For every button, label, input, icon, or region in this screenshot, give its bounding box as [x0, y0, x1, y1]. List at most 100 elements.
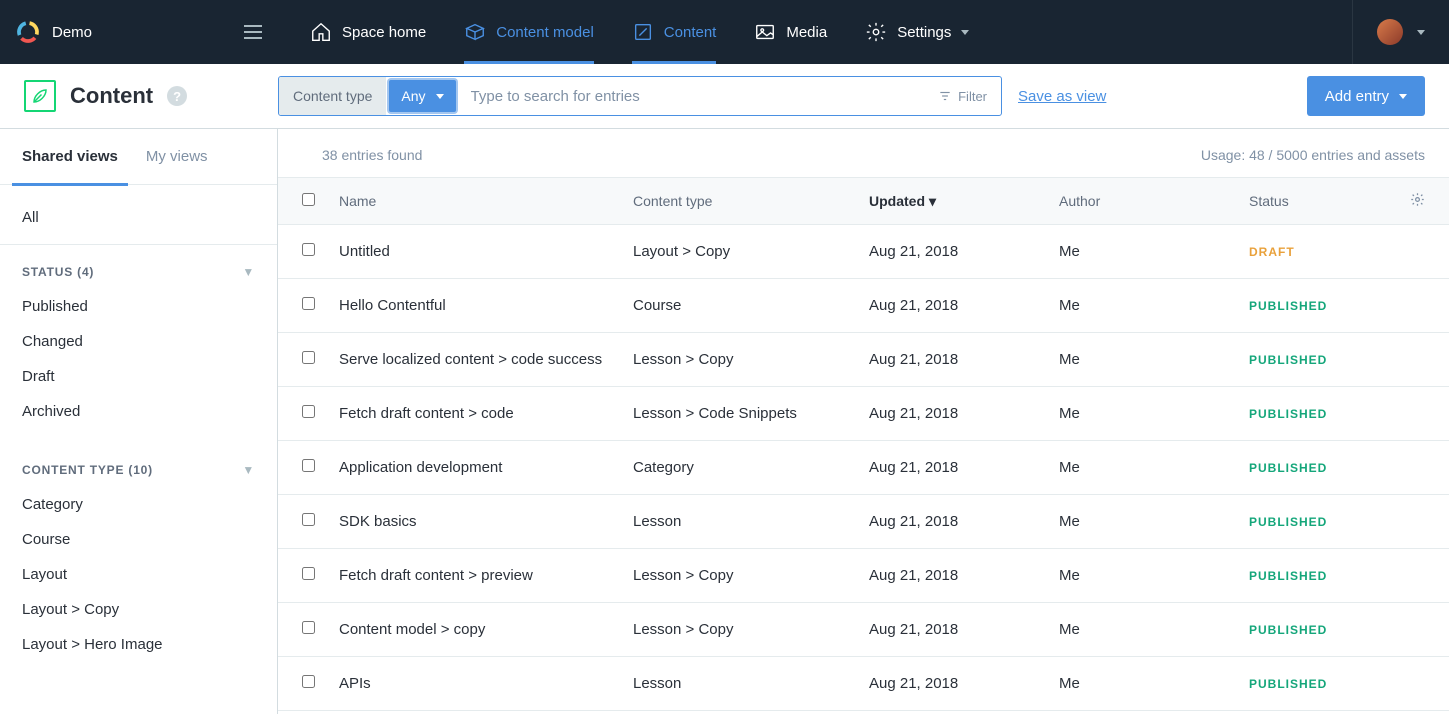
col-updated[interactable]: Updated▾ [857, 178, 1047, 225]
nav-items: Space home Content model Content Media S… [278, 0, 1352, 64]
cell-content-type: Lesson [621, 657, 857, 711]
hamburger-icon[interactable] [244, 25, 262, 39]
row-checkbox[interactable] [302, 567, 315, 580]
cell-content-type: Lesson > Copy [621, 333, 857, 387]
cell-content-type: Lesson > Code Snippets [621, 387, 857, 441]
col-author[interactable]: Author [1047, 178, 1237, 225]
nav-space-home[interactable]: Space home [310, 0, 426, 64]
table-row[interactable]: Application developmentCategoryAug 21, 2… [278, 441, 1449, 495]
cell-updated: Aug 21, 2018 [857, 387, 1047, 441]
filter-button[interactable]: Filter [924, 77, 1001, 115]
tab-shared-views[interactable]: Shared views [22, 129, 118, 185]
save-as-view-link[interactable]: Save as view [1018, 88, 1106, 105]
table-row[interactable]: Hello ContentfulCourseAug 21, 2018MePUBL… [278, 279, 1449, 333]
feather-icon [31, 87, 49, 105]
cell-content-type: Category [621, 441, 857, 495]
nav-media[interactable]: Media [754, 0, 827, 64]
nav-content[interactable]: Content [632, 0, 717, 64]
row-checkbox[interactable] [302, 459, 315, 472]
meta-row: 38 entries found Usage: 48 / 5000 entrie… [278, 129, 1449, 177]
table-row[interactable]: Content model > copyLesson > CopyAug 21,… [278, 603, 1449, 657]
header-label: STATUS (4) [22, 265, 94, 279]
sidebar-item[interactable]: Archived [22, 394, 255, 429]
select-all-checkbox[interactable] [302, 193, 315, 206]
cell-status: PUBLISHED [1237, 279, 1398, 333]
sidebar-header-content-type[interactable]: CONTENT TYPE (10) ▼ [0, 443, 277, 487]
sort-desc-icon: ▾ [929, 193, 936, 209]
table-row[interactable]: Fetch draft content > previewLesson > Co… [278, 549, 1449, 603]
row-checkbox[interactable] [302, 675, 315, 688]
table-row[interactable]: Fetch draft content > codeLesson > Code … [278, 387, 1449, 441]
nav-label: Space home [342, 24, 426, 41]
row-checkbox[interactable] [302, 405, 315, 418]
filter-label: Filter [958, 89, 987, 104]
add-entry-button[interactable]: Add entry [1307, 76, 1425, 116]
tab-my-views[interactable]: My views [146, 129, 208, 185]
col-content-type[interactable]: Content type [621, 178, 857, 225]
filter-value: Any [401, 88, 425, 104]
sidebar-item[interactable]: Published [22, 289, 255, 324]
col-settings[interactable] [1398, 178, 1449, 225]
contentful-logo-icon [16, 20, 40, 44]
search-bar: Content type Any Filter [278, 76, 1002, 116]
feather-icon [632, 21, 654, 43]
sidebar-item[interactable]: Category [22, 487, 255, 522]
cell-status: PUBLISHED [1237, 387, 1398, 441]
cell-name: Serve localized content > code success [327, 333, 621, 387]
nav-settings[interactable]: Settings [865, 0, 969, 64]
content-type-filter[interactable]: Any [389, 80, 455, 112]
col-checkbox [278, 178, 327, 225]
help-icon[interactable]: ? [167, 86, 187, 106]
chevron-down-icon [1399, 94, 1407, 99]
cell-content-type: Layout > Copy [621, 225, 857, 279]
sidebar: Shared views My views All STATUS (4) ▼ P… [0, 129, 278, 714]
content-area: 38 entries found Usage: 48 / 5000 entrie… [278, 129, 1449, 714]
cell-status: PUBLISHED [1237, 657, 1398, 711]
cell-updated: Aug 21, 2018 [857, 225, 1047, 279]
sidebar-section-all: All [0, 185, 277, 245]
cell-author: Me [1047, 225, 1237, 279]
row-checkbox[interactable] [302, 297, 315, 310]
sidebar-item[interactable]: Layout [22, 557, 255, 592]
row-checkbox[interactable] [302, 513, 315, 526]
nav-content-model[interactable]: Content model [464, 0, 594, 64]
toolbar-mid: Content type Any Filter Save as view [278, 76, 1283, 116]
nav-label: Settings [897, 24, 951, 41]
sidebar-item[interactable]: Course [22, 522, 255, 557]
toolbar-left: Content ? [0, 80, 278, 112]
row-checkbox[interactable] [302, 351, 315, 364]
status-badge: PUBLISHED [1249, 353, 1327, 367]
box-icon [464, 21, 486, 43]
sidebar-item[interactable]: Draft [22, 359, 255, 394]
sidebar-item-all[interactable]: All [22, 201, 255, 234]
sidebar-item[interactable]: Layout > Hero Image [22, 627, 255, 662]
cell-author: Me [1047, 549, 1237, 603]
status-badge: PUBLISHED [1249, 623, 1327, 637]
home-icon [310, 21, 332, 43]
cell-name: Fetch draft content > preview [327, 549, 621, 603]
button-label: Add entry [1325, 88, 1389, 105]
navbar-right[interactable] [1352, 0, 1449, 64]
status-badge: PUBLISHED [1249, 407, 1327, 421]
table-row[interactable]: UntitledLayout > CopyAug 21, 2018MeDRAFT [278, 225, 1449, 279]
sidebar-item[interactable]: Changed [22, 324, 255, 359]
search-input[interactable] [459, 77, 925, 115]
cell-author: Me [1047, 603, 1237, 657]
cell-updated: Aug 21, 2018 [857, 549, 1047, 603]
table-row[interactable]: APIsLessonAug 21, 2018MePUBLISHED [278, 657, 1449, 711]
logo-wrap[interactable]: Demo [16, 20, 92, 44]
gear-icon [1410, 192, 1425, 207]
sidebar-item[interactable]: Layout > Copy [22, 592, 255, 627]
sidebar-status-list: PublishedChangedDraftArchived [0, 289, 277, 443]
cell-updated: Aug 21, 2018 [857, 657, 1047, 711]
cell-name: SDK basics [327, 495, 621, 549]
table-row[interactable]: Serve localized content > code successLe… [278, 333, 1449, 387]
avatar[interactable] [1377, 19, 1403, 45]
table-row[interactable]: SDK basicsLessonAug 21, 2018MePUBLISHED [278, 495, 1449, 549]
col-status[interactable]: Status [1237, 178, 1398, 225]
row-checkbox[interactable] [302, 243, 315, 256]
usage-info: Usage: 48 / 5000 entries and assets [1201, 147, 1425, 163]
sidebar-header-status[interactable]: STATUS (4) ▼ [0, 245, 277, 289]
row-checkbox[interactable] [302, 621, 315, 634]
col-name[interactable]: Name [327, 178, 621, 225]
